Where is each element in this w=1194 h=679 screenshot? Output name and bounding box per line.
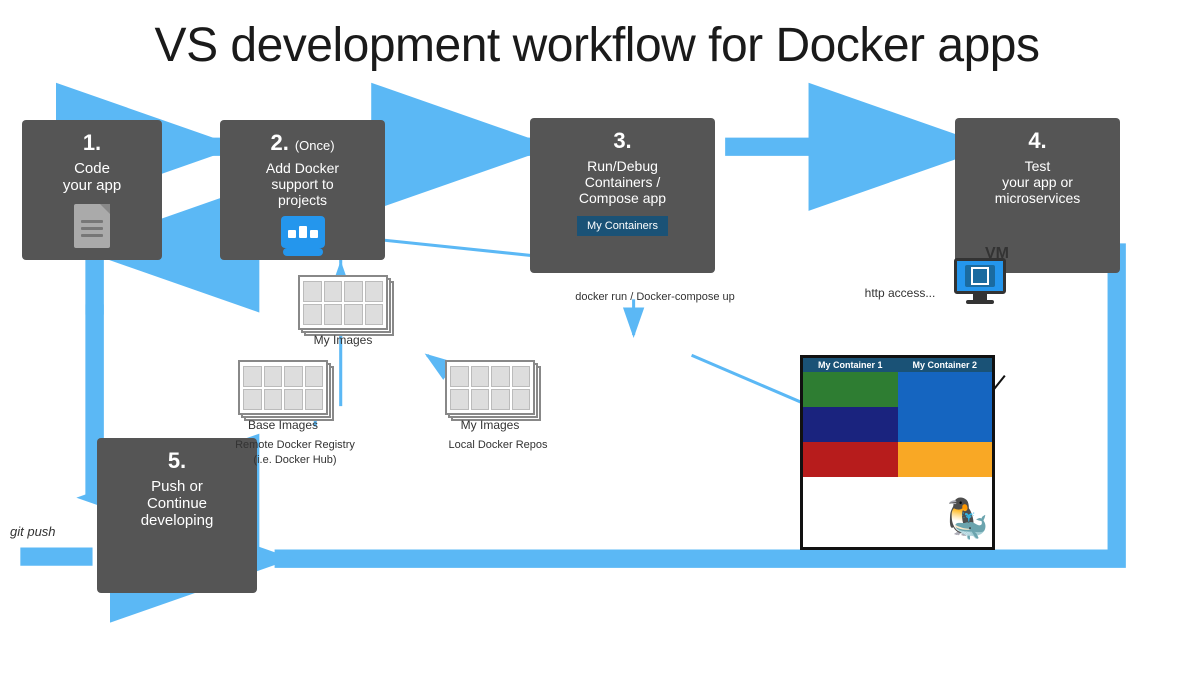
document-icon <box>74 204 110 248</box>
step2-label: Add Docker support to projects <box>266 160 339 208</box>
http-access-label: http access... <box>860 285 940 302</box>
step1-number: 1. <box>83 130 101 156</box>
step1-label: Code your app <box>63 160 121 194</box>
cell-red-1 <box>803 442 898 477</box>
step3-label: Run/Debug Containers / Compose app <box>579 158 666 206</box>
cell-yellow-1 <box>898 442 993 477</box>
step4-label: Test your app or microservices <box>995 158 1081 206</box>
cell-darkblue-1 <box>803 407 898 442</box>
base-images-label: Base Images <box>238 418 328 432</box>
vm-monitor-icon <box>950 258 1010 313</box>
my-containers-box: My Containers <box>575 214 670 238</box>
git-push-label: git push <box>10 524 56 539</box>
container2-label: My Container 2 <box>898 358 993 372</box>
base-images-stack: Base Images <box>238 360 338 425</box>
step2-number: 2. <box>270 130 288 156</box>
page-title: VS development workflow for Docker apps <box>0 0 1194 73</box>
local-repos-label: Local Docker Repos <box>448 438 548 453</box>
step3-box: 3. Run/Debug Containers / Compose app My… <box>530 118 715 273</box>
my-images-top-label: My Images <box>298 333 388 347</box>
docker-run-label: docker run / Docker-compose up <box>575 290 735 305</box>
docker-vm-icon: 🐳 <box>935 510 990 545</box>
step2-extra: (Once) <box>295 138 335 153</box>
my-images-bottom-label: My Images <box>445 418 535 432</box>
docker-icon <box>281 216 325 248</box>
step5-box: 5. Push or Continue developing <box>97 438 257 593</box>
cell-blue-1 <box>898 372 993 407</box>
vm-box: My Container 1 My Container 2 🐧 🐳 <box>800 355 995 550</box>
cell-green-1 <box>803 372 898 407</box>
remote-registry-label: Remote Docker Registry (i.e. Docker Hub) <box>235 438 355 469</box>
my-images-bottom-stack: My Images <box>445 360 545 425</box>
step1-box: 1. Code your app <box>22 120 162 260</box>
step3-number: 3. <box>613 128 631 154</box>
container1-label: My Container 1 <box>803 358 898 372</box>
step5-number: 5. <box>168 448 186 474</box>
step5-label: Push or Continue developing <box>141 478 214 529</box>
step4-number: 4. <box>1028 128 1046 154</box>
my-images-top-stack: My Images <box>298 275 398 340</box>
step4-box: 4. Test your app or microservices <box>955 118 1120 273</box>
step2-box: 2. (Once) Add Docker support to projects <box>220 120 385 260</box>
cell-blue-2 <box>898 407 993 442</box>
